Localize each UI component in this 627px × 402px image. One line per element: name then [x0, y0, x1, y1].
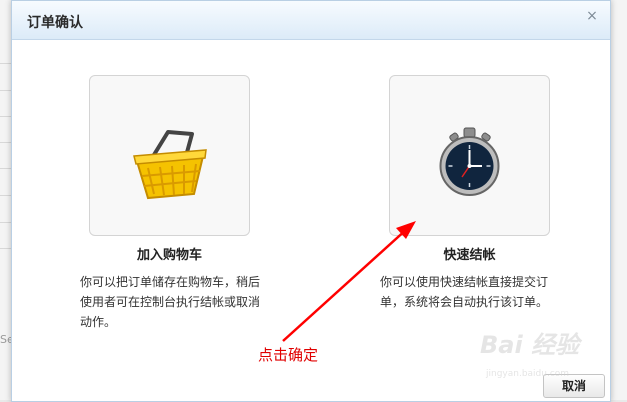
desc-line: 动作。	[80, 315, 117, 329]
desc-line: 你可以把订单储存在购物车，稍后	[80, 275, 261, 289]
stopwatch-icon	[439, 127, 500, 196]
dialog-title: 订单确认	[27, 15, 83, 31]
shopping-basket-icon	[133, 130, 207, 200]
desc-line: 你可以使用快速结帐直接提交订	[380, 275, 549, 289]
quick-checkout-description: 你可以使用快速结帐直接提交订 单，系统将会自动执行该订单。	[380, 272, 570, 312]
desc-line: 使用者可在控制台执行结帐或取消	[80, 295, 261, 309]
add-to-cart-title: 加入购物车	[136, 248, 202, 263]
desc-line: 单，系统将会自动执行该订单。	[380, 295, 549, 309]
click-confirm-annotation: 点击确定	[258, 346, 319, 364]
quick-checkout-title: 快速结帐	[443, 248, 496, 263]
add-to-cart-option[interactable]	[89, 75, 250, 236]
cancel-button[interactable]: 取消	[543, 374, 605, 398]
quick-checkout-option[interactable]	[389, 75, 550, 236]
order-confirm-dialog: 订单确认 × 加入购物车 你可以把订单储存在购物车，稍后 使用者可在控制台执行结…	[11, 0, 611, 402]
add-to-cart-description: 你可以把订单储存在购物车，稍后 使用者可在控制台执行结帐或取消 动作。	[80, 272, 270, 332]
close-icon[interactable]: ×	[584, 8, 600, 24]
dialog-titlebar: 订单确认 ×	[12, 1, 610, 40]
